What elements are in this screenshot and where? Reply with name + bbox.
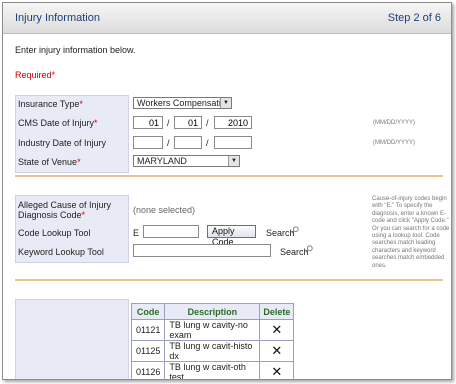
description-cell: TB lung w cavit-oth test <box>164 361 261 379</box>
date-separator: / <box>167 138 170 148</box>
required-legend: Required* <box>15 70 56 80</box>
keyword-lookup-label: Keyword Lookup Tool <box>18 247 104 257</box>
step-indicator: Step 2 of 6 <box>387 12 441 24</box>
date-format-hint: (MM/DD/YYYY) <box>373 120 415 126</box>
section-divider <box>15 279 443 281</box>
code-prefix: E <box>133 228 140 238</box>
injury-information-panel: Injury Information Step 2 of 6 Enter inj… <box>2 2 452 380</box>
cause-label-line1: Alleged Cause of Injury <box>18 200 112 210</box>
description-cell: TB lung w cavit-histo dx <box>164 340 261 362</box>
date-separator: / <box>206 138 209 148</box>
table-row: 01126 TB lung w cavit-oth test ✕ <box>130 361 295 379</box>
chevron-down-icon: ▼ <box>228 156 239 166</box>
state-of-venue-select[interactable]: MARYLAND ▼ <box>133 155 240 167</box>
column-header-code: Code <box>130 303 166 320</box>
date-format-hint: (MM/DD/YYYY) <box>373 140 415 146</box>
diagnosis-code-table: Code Description Delete 01121 TB lung w … <box>130 303 295 379</box>
insurance-type-label: Insurance Type* <box>18 99 83 109</box>
column-header-delete: Delete <box>259 303 295 320</box>
cause-help-text: Cause-of-injury codes begin with "E." To… <box>372 196 450 269</box>
chevron-down-icon: ▼ <box>220 98 231 108</box>
table-label-column <box>15 299 129 379</box>
intro-text: Enter injury information below. <box>15 45 136 55</box>
industry-month-input[interactable] <box>133 136 163 149</box>
code-lookup-label: Code Lookup Tool <box>18 228 91 238</box>
date-separator: / <box>206 118 209 128</box>
cause-label-line2: Diagnosis Code* <box>18 210 86 220</box>
keyword-lookup-input[interactable] <box>133 244 271 257</box>
section-divider <box>15 175 443 177</box>
code-lookup-input[interactable] <box>143 225 199 238</box>
delete-icon[interactable]: ✕ <box>259 361 295 379</box>
cms-year-input[interactable] <box>214 116 252 129</box>
delete-icon[interactable]: ✕ <box>259 319 295 341</box>
cms-date-label: CMS Date of Injury* <box>18 118 98 128</box>
table-header-row: Code Description Delete <box>130 303 295 320</box>
industry-date-label: Industry Date of Injury <box>18 138 107 148</box>
cause-selected-value: (none selected) <box>133 205 196 215</box>
panel-header: Injury Information Step 2 of 6 <box>3 3 451 34</box>
search-icon[interactable] <box>291 226 299 234</box>
code-cell: 01125 <box>130 340 166 362</box>
table-row: 01121 TB lung w cavity-no exam ✕ <box>130 319 295 341</box>
code-cell: 01121 <box>130 319 166 341</box>
search-icon[interactable] <box>305 245 313 253</box>
insurance-type-select[interactable]: Workers Compensation ▼ <box>133 97 232 109</box>
page-title: Injury Information <box>15 12 100 24</box>
code-cell: 01126 <box>130 361 166 379</box>
column-header-description: Description <box>164 303 261 320</box>
industry-day-input[interactable] <box>174 136 202 149</box>
description-cell: TB lung w cavity-no exam <box>164 319 261 341</box>
date-separator: / <box>167 118 170 128</box>
apply-code-button[interactable]: Apply Code <box>207 225 256 247</box>
cms-day-input[interactable] <box>174 116 202 129</box>
cms-month-input[interactable] <box>133 116 163 129</box>
table-row: 01125 TB lung w cavit-histo dx ✕ <box>130 340 295 362</box>
state-of-venue-label: State of Venue* <box>18 157 81 167</box>
industry-year-input[interactable] <box>214 136 252 149</box>
delete-icon[interactable]: ✕ <box>259 340 295 362</box>
